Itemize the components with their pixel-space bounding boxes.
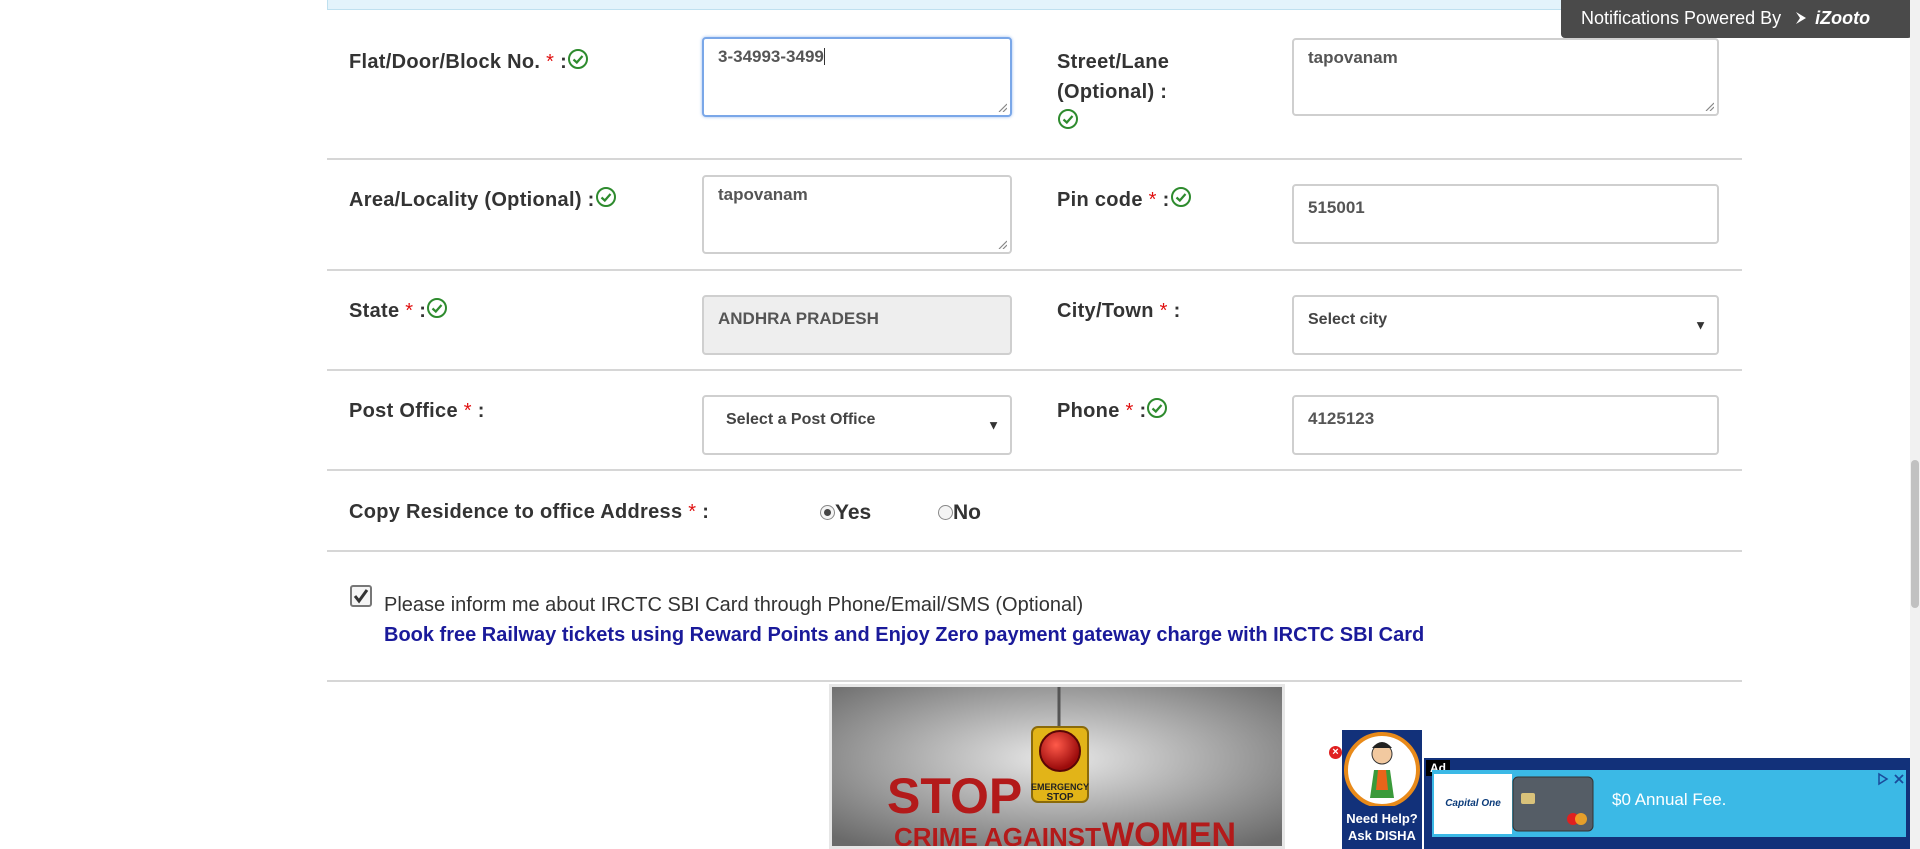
help-line2: Ask DISHA <box>1348 828 1416 843</box>
resize-grip-icon[interactable] <box>1704 101 1714 111</box>
scrollbar-thumb[interactable] <box>1911 460 1919 608</box>
street-label: Street/Lane (Optional) : <box>1057 47 1169 137</box>
valid-check-icon <box>427 298 448 318</box>
help-line1: Need Help? <box>1346 811 1418 826</box>
capital-one-ad[interactable]: Capital One $0 Annual Fee. <box>1432 770 1906 837</box>
state-field: ANDHRA PRADESH <box>702 295 1012 355</box>
checkmark-icon <box>353 589 369 604</box>
stop-crime-against-women-banner[interactable]: EMERGENCY STOP STOP CRIME AGAINST WOMEN <box>829 684 1285 849</box>
city-select[interactable]: Select city ▼ <box>1292 295 1719 355</box>
adchoices-icon[interactable] <box>1876 772 1890 786</box>
area-locality-field[interactable]: tapovanam <box>702 175 1012 254</box>
poster-image: EMERGENCY STOP STOP CRIME AGAINST WOMEN <box>832 687 1282 846</box>
valid-check-icon <box>1058 109 1078 129</box>
post-office-label: Post Office * : <box>349 400 485 422</box>
poster-emergency-text: EMERGENCY <box>1031 782 1089 792</box>
chevron-down-icon: ▼ <box>987 417 1000 433</box>
sbi-card-promo-link[interactable]: Book free Railway tickets using Reward P… <box>384 624 1424 647</box>
valid-check-icon <box>1170 187 1191 207</box>
row-divider <box>327 550 1742 552</box>
row-divider <box>327 158 1742 160</box>
notification-text: Notifications Powered By <box>1581 8 1782 28</box>
area-label: Area/Locality (Optional) : <box>349 185 617 215</box>
ad-container[interactable]: Ad Capital One $0 Annual Fee. <box>1424 758 1912 849</box>
phone-label: Phone * : <box>1057 396 1168 426</box>
resize-grip-icon[interactable] <box>997 239 1007 249</box>
copy-yes-option[interactable]: Yes <box>820 501 871 525</box>
poster-stop-small-text: STOP <box>1046 792 1073 803</box>
disha-avatar-icon <box>1344 732 1420 808</box>
valid-check-icon <box>568 49 589 69</box>
notification-bar[interactable]: Notifications Powered By iZooto <box>1561 0 1912 38</box>
izooto-brand: iZooto <box>1815 8 1871 28</box>
poster-crime-text: CRIME AGAINST <box>894 822 1101 846</box>
chevron-down-icon: ▼ <box>1694 317 1707 333</box>
flat-label: Flat/Door/Block No. * : <box>349 47 589 77</box>
valid-check-icon <box>595 187 616 207</box>
help-disha-widget[interactable]: Need Help? Ask DISHA <box>1342 730 1422 849</box>
radio-no[interactable] <box>938 505 953 520</box>
post-office-select[interactable]: Select a Post Office ▼ <box>702 395 1012 455</box>
page-scrollbar[interactable] <box>1910 0 1920 849</box>
pin-code-field[interactable]: 515001 <box>1292 184 1719 244</box>
radio-yes[interactable] <box>820 505 835 520</box>
state-label: State * : <box>349 296 448 326</box>
resize-grip-icon[interactable] <box>997 102 1007 112</box>
credit-card-icon <box>1512 776 1594 832</box>
row-divider <box>327 369 1742 371</box>
copy-no-option[interactable]: No <box>938 501 981 525</box>
close-help-icon[interactable]: × <box>1329 746 1342 759</box>
poster-stop-text: STOP <box>887 768 1022 824</box>
street-lane-field[interactable]: tapovanam <box>1292 38 1719 116</box>
flat-door-block-field[interactable]: 3-34993-3499 <box>702 37 1012 117</box>
inform-text: Please inform me about IRCTC SBI Card th… <box>384 594 1084 616</box>
capital-one-logo: Capital One <box>1434 774 1512 834</box>
row-divider <box>327 680 1742 682</box>
izooto-logo-icon <box>1796 12 1807 24</box>
copy-address-label: Copy Residence to office Address * : <box>349 501 710 523</box>
ad-headline: $0 Annual Fee. <box>1612 790 1727 809</box>
form-section-top-band <box>327 0 1742 10</box>
phone-field[interactable]: 4125123 <box>1292 395 1719 455</box>
city-label: City/Town * : <box>1057 300 1181 322</box>
pin-label: Pin code * : <box>1057 185 1192 215</box>
inform-sbi-checkbox[interactable] <box>350 585 372 607</box>
row-divider <box>327 469 1742 471</box>
valid-check-icon <box>1147 398 1168 418</box>
poster-women-text: WOMEN <box>1102 816 1236 846</box>
close-ad-icon[interactable] <box>1892 772 1906 786</box>
row-divider <box>327 269 1742 271</box>
